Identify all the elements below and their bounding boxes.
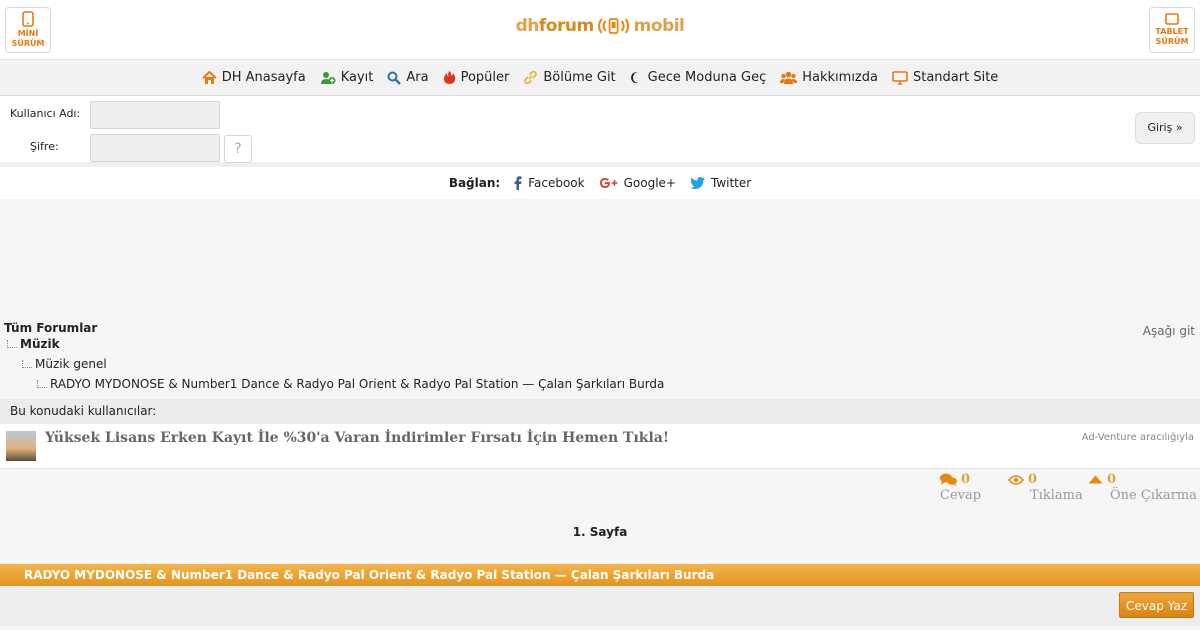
nav-item-label: Bölüme Git	[543, 70, 616, 85]
nav-item-goto-section[interactable]: Bölüme Git	[523, 70, 616, 85]
nav-item-standard-site[interactable]: Standart Site	[892, 70, 998, 85]
breadcrumb-label: RADYO MYDONOSE & Number1 Dance & Radyo P…	[50, 377, 665, 391]
mini-version-button[interactable]: MİNİ SÜRÜM	[5, 7, 51, 53]
login-button[interactable]: Giriş »	[1135, 112, 1195, 144]
logo-text-dh: dh	[515, 16, 540, 36]
eye-icon	[1008, 474, 1024, 485]
page-indicator: 1. Sayfa	[572, 525, 628, 539]
mini-version-label: MİNİ SÜRÜM	[11, 29, 45, 48]
nav-item-night-mode[interactable]: Gece Moduna Geç	[630, 70, 767, 85]
boosts-label: Öne Çıkarma	[1110, 488, 1197, 503]
comments-icon	[940, 473, 957, 486]
stat-views: 0 Tıklama	[1008, 472, 1083, 503]
nav-item-register[interactable]: Kayıt	[320, 70, 374, 85]
nav-item-label: Popüler	[460, 70, 510, 85]
google-connect-button[interactable]: Google+	[599, 176, 676, 190]
nav-item-label: Hakkımızda	[802, 70, 878, 85]
nav-item-label: DH Anasayfa	[221, 70, 306, 85]
search-icon	[387, 71, 402, 85]
triangle-up-icon	[1088, 475, 1103, 484]
password-field[interactable]	[90, 134, 220, 162]
twitter-label: Twitter	[710, 176, 752, 190]
social-connect: Bağlan: Facebook Google+ Twitter	[0, 167, 1200, 199]
monitor-icon	[892, 70, 908, 85]
sponsored-ad[interactable]: Yüksek Lisans Erken Kayıt İle %30'a Vara…	[0, 424, 1200, 469]
logo-text-forum: forum	[538, 16, 594, 36]
breadcrumb-level-2[interactable]: Müzik genel	[22, 357, 107, 371]
breadcrumb-label: Müzik	[20, 337, 60, 351]
twitter-connect-button[interactable]: Twitter	[689, 176, 752, 190]
google-label: Google+	[623, 176, 676, 190]
breadcrumb-all-forums[interactable]: Tüm Forumlar	[4, 321, 97, 335]
phone-icon	[22, 11, 34, 27]
tablet-version-button[interactable]: TABLET SÜRÜM	[1149, 7, 1195, 53]
nav-item-search[interactable]: Ara	[387, 70, 429, 85]
facebook-label: Facebook	[528, 176, 585, 190]
topic-stats: 0 Cevap 0 Tıklama 0 Öne Çıkarma	[0, 469, 1200, 524]
home-icon	[202, 70, 217, 84]
moon-icon	[630, 72, 638, 84]
breadcrumb-level-3[interactable]: RADYO MYDONOSE & Number1 Dance & Radyo P…	[37, 377, 664, 391]
facebook-icon	[514, 176, 522, 190]
nav-item-popular[interactable]: Popüler	[443, 70, 510, 85]
ad-thumbnail	[6, 431, 36, 461]
add-user-icon	[320, 71, 336, 84]
views-count: 0	[1028, 472, 1038, 487]
ad-placeholder	[0, 199, 1200, 319]
tree-connector	[37, 380, 47, 388]
signal-phone-icon	[598, 18, 630, 34]
nav-item-label: Kayıt	[340, 70, 374, 85]
stat-replies: 0 Cevap	[940, 472, 981, 503]
breadcrumb-label: Müzik genel	[35, 357, 107, 371]
reply-bar: Cevap Yaz	[0, 586, 1200, 626]
nav-item-home[interactable]: DH Anasayfa	[202, 70, 306, 85]
main-nav: DH Anasayfa Kayıt Ara Popüler Bölüme Git…	[0, 60, 1200, 96]
username-label: Kullanıcı Adı:	[10, 107, 81, 120]
users-in-topic: Bu konudaki kullanıcılar:	[0, 399, 1200, 424]
password-label: Şifre:	[30, 140, 59, 153]
ad-title[interactable]: Yüksek Lisans Erken Kayıt İle %30'a Vara…	[45, 430, 669, 446]
connect-label: Bağlan:	[448, 176, 501, 190]
breadcrumb: Tüm Forumlar Aşağı git Müzik Müzik genel…	[0, 319, 1200, 399]
password-help-button[interactable]: ?	[224, 135, 252, 163]
users-icon	[780, 71, 798, 84]
twitter-icon	[689, 177, 705, 189]
username-field[interactable]	[90, 101, 220, 129]
reply-button[interactable]: Cevap Yaz	[1119, 592, 1194, 618]
logo-text-mobil: mobil	[633, 16, 685, 36]
replies-count: 0	[961, 472, 971, 487]
stat-boosts: 0 Öne Çıkarma	[1088, 472, 1197, 503]
tablet-version-label: TABLET SÜRÜM	[1155, 27, 1189, 46]
go-down-link[interactable]: Aşağı git	[1143, 324, 1195, 338]
login-form: Kullanıcı Adı: Şifre: ? Giriş »	[0, 96, 1200, 167]
nav-item-label: Standart Site	[912, 70, 999, 85]
tablet-icon	[1165, 13, 1179, 25]
facebook-connect-button[interactable]: Facebook	[514, 176, 585, 190]
nav-item-label: Ara	[406, 70, 429, 85]
link-icon	[524, 70, 538, 85]
breadcrumb-level-1[interactable]: Müzik	[7, 337, 60, 351]
google-plus-icon	[599, 178, 618, 188]
nav-item-about[interactable]: Hakkımızda	[780, 70, 878, 85]
site-logo[interactable]: dh forum mobil	[516, 16, 685, 36]
topic-title: RADYO MYDONOSE & Number1 Dance & Radyo P…	[0, 564, 1200, 586]
nav-item-label: Gece Moduna Geç	[647, 70, 767, 85]
tree-connector	[22, 360, 32, 368]
views-label: Tıklama	[1030, 488, 1083, 503]
replies-label: Cevap	[940, 488, 982, 503]
boosts-count: 0	[1107, 472, 1117, 487]
fire-icon	[443, 71, 455, 84]
top-bar: MİNİ SÜRÜM dh forum mobil TABLET SÜRÜM	[0, 0, 1200, 60]
tree-connector	[7, 340, 17, 348]
ad-source: Ad-Venture aracılığıyla	[1081, 432, 1194, 443]
